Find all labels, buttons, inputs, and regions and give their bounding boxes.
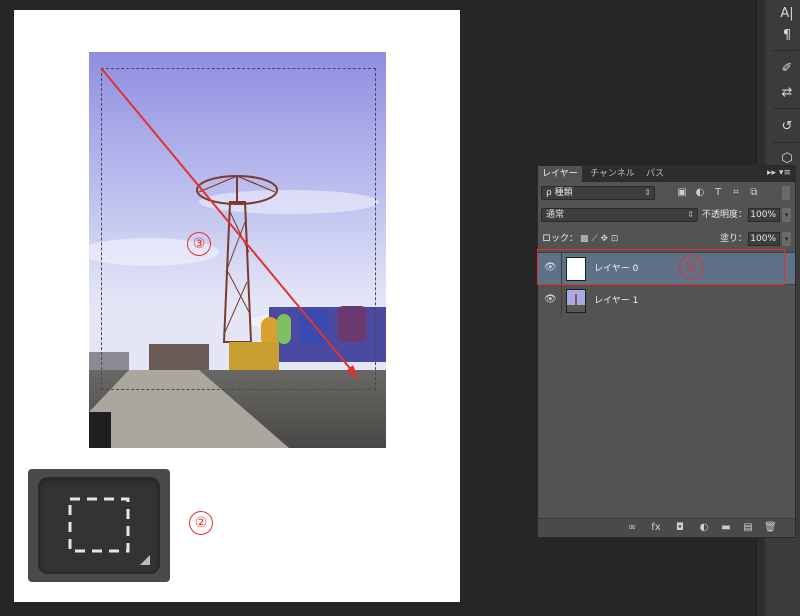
divider (773, 108, 799, 109)
fill-input[interactable]: 100% (748, 232, 780, 246)
eye-icon[interactable]: 👁 (544, 295, 557, 305)
chevron-down-icon: ⇕ (687, 210, 694, 219)
layer-thumbnail (566, 289, 586, 313)
adjustment-icon[interactable]: ◐ (698, 522, 710, 534)
history-icon[interactable]: ↺ (777, 118, 797, 136)
lock-options-icons[interactable]: ▩ ⟋ ✥ ⊡ (580, 232, 618, 246)
tab-layers[interactable]: レイヤー (538, 166, 582, 182)
panel-tab-bar: レイヤー チャンネル パス ▸▸ ▾≡ (538, 166, 795, 182)
divider (561, 285, 562, 317)
blend-mode-label: 通常 (546, 210, 565, 220)
pixel-filter-icon[interactable]: ▣ (676, 187, 688, 199)
chevron-down-icon: ⇕ (644, 188, 651, 197)
filter-kind-select[interactable]: ρ 種類 ⇕ (541, 186, 655, 200)
tab-paths[interactable]: パス (642, 166, 668, 182)
opacity-input[interactable]: 100% (748, 208, 780, 222)
divider (773, 50, 799, 51)
filter-row: ρ 種類 ⇕ ▣ ◐ T ⌗ ⧉ (538, 184, 795, 202)
adjust-icon[interactable]: ⇄ (777, 84, 797, 102)
lock-label: ロック： (542, 234, 579, 244)
layer-highlight-annotation (537, 249, 785, 285)
tab-channels[interactable]: チャンネル (586, 166, 639, 182)
fill-label: 塗り： (720, 234, 748, 244)
type-filter-icon[interactable]: T (712, 187, 724, 199)
layers-footer: ∞ fx ◘ ◐ ▬ ▤ 🗑 (538, 518, 795, 537)
opacity-label: 不透明度： (702, 210, 748, 220)
adjustment-filter-icon[interactable]: ◐ (694, 187, 706, 199)
annotation-marker-3: ③ (187, 232, 211, 256)
paragraph-icon[interactable]: ¶ (777, 27, 797, 45)
smart-object-filter-icon[interactable]: ⧉ (748, 187, 760, 199)
group-icon[interactable]: ▬ (720, 522, 732, 534)
filter-toggle[interactable] (782, 186, 790, 200)
blend-row: 通常 ⇕ 不透明度： 100% ▾ (538, 206, 795, 224)
divider (773, 142, 799, 143)
layer-name: レイヤー 1 (594, 296, 639, 306)
annotation-marker-2: ② (189, 511, 213, 535)
blend-mode-select[interactable]: 通常 ⇕ (541, 208, 698, 222)
layer-row-1[interactable]: 👁 レイヤー 1 (538, 284, 795, 317)
trash-icon[interactable]: 🗑 (764, 522, 777, 534)
lock-row: ロック： ▩ ⟋ ✥ ⊡ 塗り： 100% ▾ (538, 230, 795, 248)
fill-dropdown[interactable]: ▾ (782, 232, 791, 246)
character-icon[interactable]: A| (777, 5, 797, 23)
mask-icon[interactable]: ◘ (674, 522, 686, 534)
new-layer-icon[interactable]: ▤ (742, 522, 754, 534)
brush-icon[interactable]: ✐ (777, 60, 797, 78)
opacity-dropdown[interactable]: ▾ (782, 208, 791, 222)
fx-icon[interactable]: fx (650, 522, 662, 534)
annotation-marker-1: ① (679, 255, 703, 279)
shape-filter-icon[interactable]: ⌗ (730, 187, 742, 199)
layers-panel: レイヤー チャンネル パス ▸▸ ▾≡ ρ 種類 ⇕ ▣ ◐ T ⌗ ⧉ 通常 … (537, 165, 796, 538)
marquee-tool-enlarged (28, 469, 170, 582)
link-icon[interactable]: ∞ (626, 522, 638, 534)
filter-kind-label: ρ 種類 (546, 188, 573, 198)
rectangular-marquee-icon (68, 497, 150, 565)
panel-menu-icon[interactable]: ▸▸ ▾≡ (767, 168, 791, 178)
